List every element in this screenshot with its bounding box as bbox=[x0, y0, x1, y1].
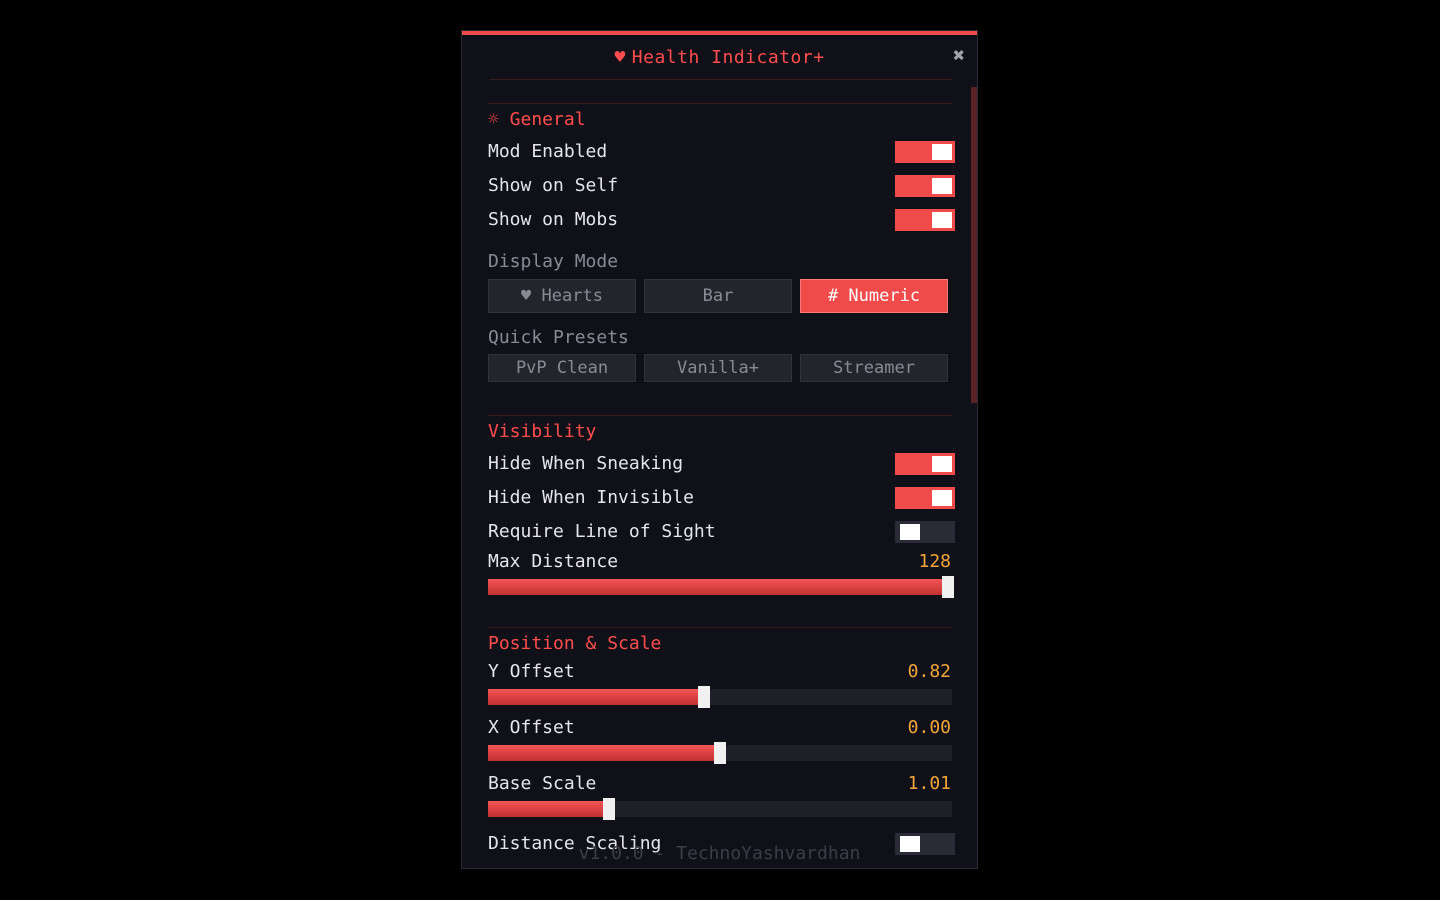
x-offset-label: X Offset bbox=[488, 717, 575, 738]
max-distance-slider[interactable] bbox=[488, 576, 954, 598]
slider-fill bbox=[488, 801, 609, 817]
base-scale-slider[interactable] bbox=[488, 798, 952, 820]
section-title-general: ☼ General bbox=[488, 109, 586, 130]
x-offset-slider[interactable] bbox=[488, 742, 952, 764]
toggle-knob bbox=[932, 490, 952, 506]
preset-vanilla-plus-button[interactable]: Vanilla+ bbox=[644, 354, 792, 382]
heart-icon: ♥ bbox=[614, 47, 626, 68]
mod-enabled-toggle[interactable] bbox=[895, 141, 955, 163]
y-offset-value: 0.82 bbox=[907, 661, 951, 682]
slider-fill bbox=[488, 579, 952, 595]
show-on-self-toggle[interactable] bbox=[895, 175, 955, 197]
slider-thumb[interactable] bbox=[698, 686, 710, 708]
hide-sneaking-label: Hide When Sneaking bbox=[488, 453, 684, 474]
panel-title-text: Health Indicator+ bbox=[631, 47, 825, 68]
show-on-mobs-toggle[interactable] bbox=[895, 209, 955, 231]
toggle-knob bbox=[900, 524, 920, 540]
max-distance-value: 128 bbox=[918, 551, 951, 572]
hide-sneaking-toggle[interactable] bbox=[895, 453, 955, 475]
hide-invisible-label: Hide When Invisible bbox=[488, 487, 694, 508]
display-mode-bar-button[interactable]: Bar bbox=[644, 279, 792, 313]
base-scale-value: 1.01 bbox=[907, 773, 951, 794]
line-of-sight-label: Require Line of Sight bbox=[488, 521, 716, 542]
mod-enabled-label: Mod Enabled bbox=[488, 141, 608, 162]
section-divider bbox=[488, 415, 952, 416]
toggle-knob bbox=[932, 178, 952, 194]
close-icon[interactable]: ✖ bbox=[953, 45, 965, 65]
slider-thumb[interactable] bbox=[603, 798, 615, 820]
hide-invisible-toggle[interactable] bbox=[895, 487, 955, 509]
display-mode-label: Display Mode bbox=[488, 251, 619, 272]
section-divider bbox=[488, 103, 952, 104]
version-footer: v1.0.0 - TechnoYashvardhan bbox=[578, 843, 861, 864]
toggle-knob bbox=[932, 144, 952, 160]
panel-title: ♥ Health Indicator+ bbox=[462, 47, 977, 68]
toggle-knob bbox=[932, 212, 952, 228]
show-on-self-label: Show on Self bbox=[488, 175, 619, 196]
x-offset-value: 0.00 bbox=[907, 717, 951, 738]
slider-fill bbox=[488, 745, 720, 761]
line-of-sight-toggle[interactable] bbox=[895, 521, 955, 543]
slider-thumb[interactable] bbox=[714, 742, 726, 764]
preset-pvp-clean-button[interactable]: PvP Clean bbox=[488, 354, 636, 382]
quick-presets-label: Quick Presets bbox=[488, 327, 629, 348]
show-on-mobs-label: Show on Mobs bbox=[488, 209, 619, 230]
display-mode-numeric-button[interactable]: # Numeric bbox=[800, 279, 948, 313]
y-offset-label: Y Offset bbox=[488, 661, 575, 682]
title-divider bbox=[490, 79, 952, 80]
y-offset-slider[interactable] bbox=[488, 686, 952, 708]
slider-fill bbox=[488, 689, 704, 705]
scrollbar-thumb[interactable] bbox=[971, 87, 977, 403]
section-divider bbox=[488, 627, 952, 628]
slider-thumb[interactable] bbox=[942, 576, 954, 598]
settings-panel: ♥ Health Indicator+ ✖ ☼ General Mod Enabl… bbox=[461, 30, 978, 869]
display-mode-hearts-button[interactable]: ♥ Hearts bbox=[488, 279, 636, 313]
toggle-knob bbox=[932, 456, 952, 472]
preset-streamer-button[interactable]: Streamer bbox=[800, 354, 948, 382]
section-title-position-scale: Position & Scale bbox=[488, 633, 662, 654]
section-title-visibility: Visibility bbox=[488, 421, 597, 442]
base-scale-label: Base Scale bbox=[488, 773, 597, 794]
panel-accent-bar bbox=[462, 31, 977, 35]
max-distance-label: Max Distance bbox=[488, 551, 619, 572]
